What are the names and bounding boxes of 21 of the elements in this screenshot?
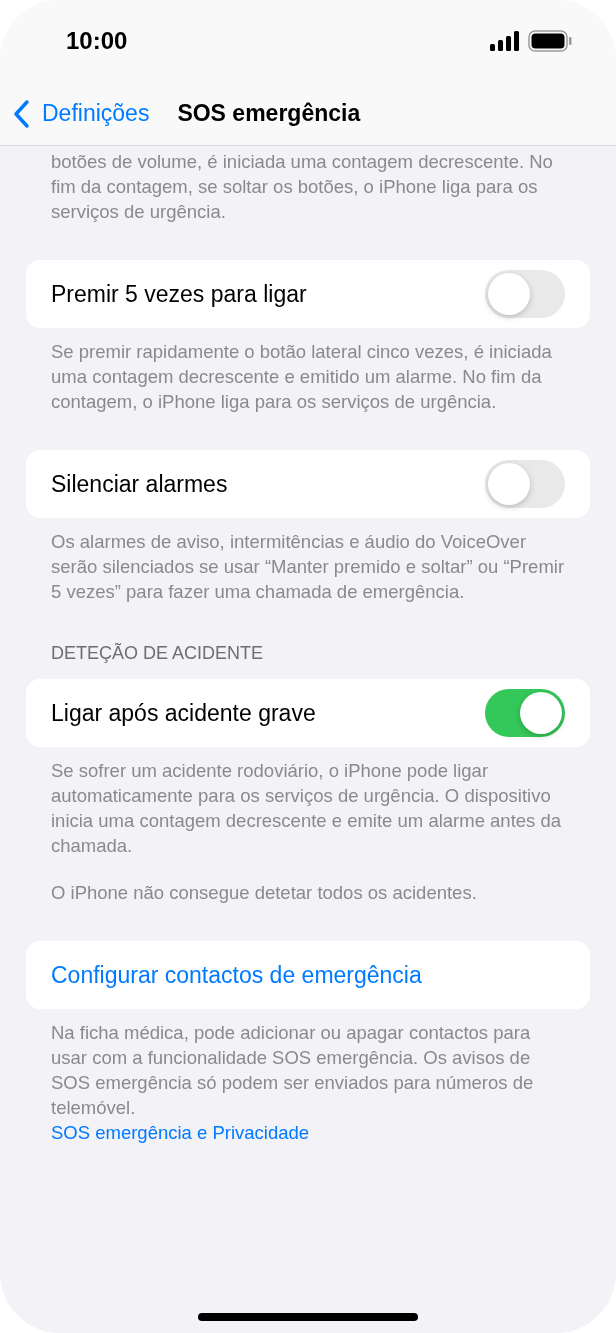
row-label: Premir 5 vezes para ligar (51, 279, 307, 309)
footer-text: botões de volume, é iniciada uma contagem decrescente. No fim da contagem, se soltar os botões, o iPhone liga para os serviços de urgência. (51, 150, 554, 224)
signal-icon (490, 31, 520, 51)
chevron-left-icon (12, 98, 30, 129)
back-button[interactable]: Definições (12, 96, 150, 131)
footer-text: Se sofrer um acidente rodoviário, o iPhone pode ligar automaticamente para os serviços de urgência. O dispositivo inicia uma contagem decrescente e emite um alarme antes da chamada. (51, 759, 563, 858)
footer-text: Se premir rapidamente o botão lateral cinco vezes, é iniciada uma contagem decrescente e emitido um alarme. No fim da contagem, o iPhone liga para os serviços de urgência. (51, 340, 553, 414)
footer-text: Os alarmes de aviso, intermitências e áudio do VoiceOver serão silenciados se usar “Manter premido e soltar” ou “Premir 5 vezes” para fazer uma chamada de emergência. (51, 530, 565, 604)
toggle-switch[interactable] (485, 270, 565, 318)
footer-text: Na ficha médica, pode adicionar ou apagar contactos para usar com a funcionalidade SOS emergência. Os avisos de SOS emergência só podem ser enviados para números de telemóvel. (51, 1021, 535, 1120)
battery-icon (528, 30, 572, 52)
footer-text: O iPhone não consegue detetar todos os acidentes. (51, 881, 478, 905)
status-time: 10:00 (66, 26, 128, 56)
row-label: Ligar após acidente grave (51, 698, 316, 728)
section-header: DETEÇÃO DE ACIDENTE (50, 642, 265, 665)
toggle-switch[interactable] (485, 460, 565, 508)
toggle-switch[interactable] (485, 689, 565, 737)
row-label: Silenciar alarmes (51, 469, 228, 499)
page-title: SOS emergência (177, 99, 361, 129)
link-row[interactable]: Configurar contactos de emergência (26, 941, 590, 1009)
privacy-link[interactable]: SOS emergência e Privacidade (51, 1120, 565, 1145)
